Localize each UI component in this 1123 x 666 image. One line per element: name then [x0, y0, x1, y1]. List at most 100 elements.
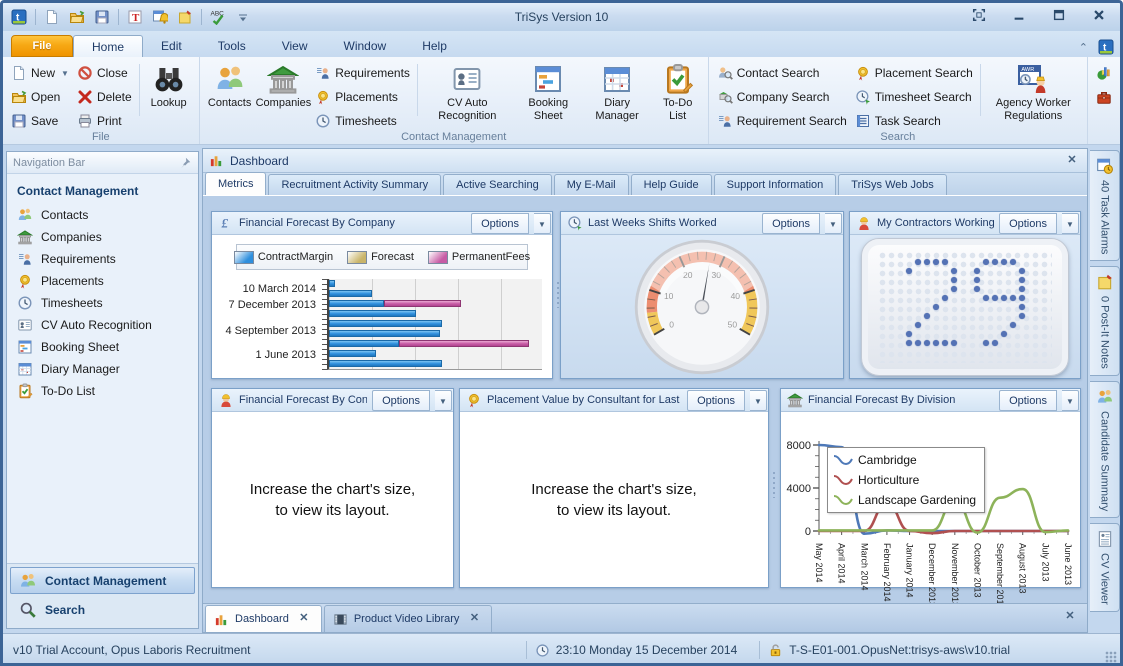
- dashboard-tab-help-guide[interactable]: Help Guide: [630, 174, 712, 195]
- sidebar-item-diary-manager[interactable]: Diary Manager: [7, 358, 198, 380]
- menu-tab-home[interactable]: Home: [73, 35, 144, 57]
- qat-post-it-note[interactable]: [174, 7, 196, 27]
- sidebar-item-to-do-list[interactable]: To-Do List: [7, 380, 198, 402]
- document-area: Dashboard ✕ Metrics Recruitment Activity …: [202, 148, 1088, 633]
- document-tab-product-video-library[interactable]: Product Video Library ✕: [323, 605, 493, 632]
- ribbon-button-print[interactable]: Print: [73, 110, 136, 132]
- window-minimize-button[interactable]: [1006, 6, 1032, 24]
- options-button[interactable]: Options: [999, 212, 1057, 234]
- ribbon-button-toolbox[interactable]: [1092, 86, 1116, 108]
- resize-grip[interactable]: [1105, 651, 1117, 663]
- trisys-help-button[interactable]: t: [1098, 39, 1114, 55]
- sidebar-item-companies[interactable]: Companies: [7, 226, 198, 248]
- side-tab-0-post-it-notes[interactable]: 0 Post-It Notes: [1090, 266, 1120, 377]
- sidebar-item-timesheets[interactable]: Timesheets: [7, 292, 198, 314]
- options-dropdown-icon[interactable]: ▼: [435, 389, 452, 411]
- options-button[interactable]: Options: [762, 212, 820, 234]
- dashboard-tab-trisys-web-jobs[interactable]: TriSys Web Jobs: [838, 174, 947, 195]
- ribbon-button-placements[interactable]: Placements: [311, 86, 414, 108]
- qat-spell-check[interactable]: ABC: [207, 7, 229, 27]
- side-tab-strip: 40 Task Alarms 0 Post-It Notes Candidate S…: [1090, 148, 1120, 630]
- ribbon-button-cv-auto-recognition[interactable]: CV Auto Recognition: [421, 60, 514, 132]
- dashboard-tab-metrics[interactable]: Metrics: [205, 172, 267, 195]
- document-tab-dashboard[interactable]: Dashboard ✕: [205, 605, 322, 632]
- collapse-ribbon-icon[interactable]: ⌃: [1079, 41, 1088, 54]
- nav-footer-search[interactable]: Search: [10, 596, 195, 623]
- ribbon-button-delete[interactable]: Delete: [73, 86, 136, 108]
- ribbon-button-contact-search[interactable]: Contact Search: [713, 62, 851, 84]
- ribbon-button-save[interactable]: Save: [7, 110, 73, 132]
- tab-close-icon[interactable]: ✕: [295, 611, 313, 627]
- maximize-icon: [1053, 9, 1065, 21]
- ribbon-button-timesheets[interactable]: Timesheets: [311, 110, 414, 132]
- options-button[interactable]: Options: [687, 389, 745, 411]
- qat-open-folder[interactable]: [66, 7, 88, 27]
- window-close-button[interactable]: [1086, 6, 1112, 24]
- options-button[interactable]: Options: [372, 389, 430, 411]
- ribbon-button-open[interactable]: Open: [7, 86, 73, 108]
- options-button[interactable]: Options: [999, 389, 1057, 411]
- dashboard-tab-my-e-mail[interactable]: My E-Mail: [553, 174, 629, 195]
- ribbon-button-new[interactable]: New ▼: [7, 62, 73, 84]
- ribbon-tabs: Home Edit Tools View Window Help: [73, 35, 465, 57]
- nav-footer-contact-management[interactable]: Contact Management: [10, 567, 195, 594]
- menu-tab-edit[interactable]: Edit: [143, 35, 200, 57]
- side-tab-40-task-alarms[interactable]: 40 Task Alarms: [1090, 150, 1120, 262]
- qat-reminder-bell[interactable]: [149, 7, 171, 27]
- options-dropdown-icon[interactable]: ▼: [750, 389, 767, 411]
- ribbon-button-task-search[interactable]: Task Search: [851, 110, 977, 132]
- qat-save[interactable]: [91, 7, 113, 27]
- qat-trisys-logo[interactable]: t: [8, 7, 30, 27]
- file-menu-button[interactable]: File: [11, 35, 73, 57]
- ribbon-button-contacts[interactable]: Contacts: [204, 60, 256, 132]
- qat-more-arrow[interactable]: [232, 7, 254, 27]
- ribbon-button-to-do-list[interactable]: To-Do List: [652, 60, 704, 132]
- person-search-icon: [718, 67, 733, 80]
- qat-new-document[interactable]: [41, 7, 63, 27]
- menu-tab-help[interactable]: Help: [404, 35, 465, 57]
- ribbon-button-company-search[interactable]: Company Search: [713, 86, 851, 108]
- dashboard-tab-support-information[interactable]: Support Information: [713, 174, 837, 195]
- dashboard-tab-recruitment-activity-summary[interactable]: Recruitment Activity Summary: [268, 174, 442, 195]
- qat-letter-t[interactable]: T: [124, 7, 146, 27]
- ribbon-button-chart-tools[interactable]: [1092, 62, 1116, 84]
- sidebar-item-placements[interactable]: Placements: [7, 270, 198, 292]
- panel-title: Last Weeks Shifts Worked: [588, 217, 717, 229]
- dashboard-tab-active-searching[interactable]: Active Searching: [443, 174, 552, 195]
- window-maximize-button[interactable]: [1046, 6, 1072, 24]
- options-button[interactable]: Options: [471, 212, 529, 234]
- ribbon-button-close[interactable]: Close: [73, 62, 136, 84]
- options-dropdown-icon[interactable]: ▼: [534, 212, 551, 234]
- sidebar-item-booking-sheet[interactable]: Booking Sheet: [7, 336, 198, 358]
- side-tab-candidate-summary[interactable]: Candidate Summary: [1090, 381, 1120, 519]
- sidebar-item-requirements[interactable]: Requirements: [7, 248, 198, 270]
- menu-tab-tools[interactable]: Tools: [200, 35, 264, 57]
- bar-row: [329, 299, 542, 309]
- ribbon-button-placement-search[interactable]: Placement Search: [851, 62, 977, 84]
- ribbon-button-diary-manager[interactable]: Diary Manager: [583, 60, 652, 132]
- ribbon-button-requirements[interactable]: Requirements: [311, 62, 414, 84]
- menu-tab-window[interactable]: Window: [326, 35, 405, 57]
- window-fullscreen-button[interactable]: [966, 6, 992, 24]
- menu-tab-view[interactable]: View: [264, 35, 326, 57]
- options-dropdown-icon[interactable]: ▼: [1062, 212, 1079, 234]
- sidebar-item-cv-auto-recognition[interactable]: CV Auto Recognition: [7, 314, 198, 336]
- tab-strip-close-icon[interactable]: ✕: [1061, 609, 1079, 625]
- nav-section-title: Contact Management: [17, 184, 139, 198]
- sidebar-item-contacts[interactable]: Contacts: [7, 204, 198, 226]
- ribbon-button-requirement-search[interactable]: Requirement Search: [713, 110, 851, 132]
- tab-close-icon[interactable]: ✕: [465, 611, 483, 627]
- panel-splitter[interactable]: [771, 472, 777, 498]
- ribbon-button-agency-worker-regulations[interactable]: AWR Agency Worker Regulations: [983, 60, 1083, 132]
- ribbon-button-companies[interactable]: Companies: [256, 60, 311, 132]
- options-dropdown-icon[interactable]: ▼: [1062, 389, 1079, 411]
- document-close-icon[interactable]: ✕: [1063, 153, 1081, 169]
- options-dropdown-icon[interactable]: ▼: [825, 212, 842, 234]
- ribbon-button-timesheet-search[interactable]: Timesheet Search: [851, 86, 977, 108]
- ribbon-button-booking-sheet[interactable]: Booking Sheet: [514, 60, 583, 132]
- ribbon-button-lookup[interactable]: Lookup: [143, 60, 195, 132]
- navigation-panel-header: Navigation Bar: [7, 152, 198, 174]
- status-time-text: 23:10 Monday 15 December 2014: [555, 643, 738, 657]
- pin-icon[interactable]: [178, 156, 192, 170]
- side-tab-cv-viewer[interactable]: CV Viewer: [1090, 523, 1120, 613]
